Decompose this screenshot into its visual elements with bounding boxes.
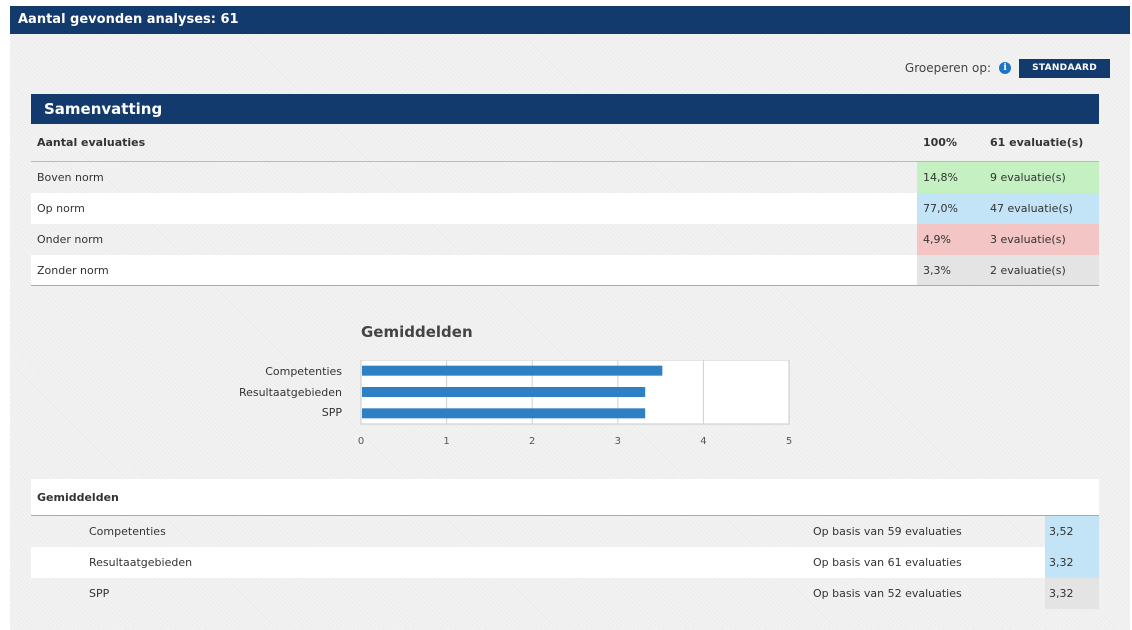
averages-row-name: Competenties <box>89 525 166 538</box>
grouping-label: Groeperen op: <box>904 61 992 75</box>
summary-row-label: Op norm <box>37 202 85 215</box>
averages-row-value: 3,32 <box>1045 578 1099 609</box>
averages-row-value: 3,52 <box>1045 516 1099 547</box>
results-count-header: Aantal gevonden analyses: 61 <box>10 6 1130 34</box>
averages-row-basis: Op basis van 61 evaluaties <box>813 556 962 569</box>
standard-grouping-button[interactable]: STANDAARD <box>1019 58 1110 78</box>
averages-row: SPP Op basis van 52 evaluaties 3,32 <box>31 578 1099 609</box>
summary-row-count: 47 evaluatie(s) <box>987 193 1099 224</box>
summary-row-percentage: 14,8% <box>917 162 987 193</box>
summary-row-percentage: 3,3% <box>917 255 987 285</box>
summary-head-row: Aantal evaluaties 100% 61 evaluatie(s) <box>31 124 1099 162</box>
chart-category-label: SPP <box>321 406 342 420</box>
averages-title: Gemiddelden <box>31 479 1099 516</box>
evaluations-count-label: Aantal evaluaties <box>37 136 146 149</box>
summary-row-count: 9 evaluatie(s) <box>987 162 1099 193</box>
summary-row-count: 2 evaluatie(s) <box>987 255 1099 285</box>
x-tick-label: 1 <box>443 436 449 447</box>
summary-panel: Samenvatting Aantal evaluaties 100% 61 e… <box>31 94 1099 286</box>
info-icon[interactable]: i <box>999 62 1012 74</box>
x-tick-label: 4 <box>700 436 706 447</box>
bar-resultaatgebieden <box>362 387 646 397</box>
x-tick-label: 5 <box>786 436 792 447</box>
x-tick-label: 3 <box>615 436 621 447</box>
summary-row-percentage: 4,9% <box>917 224 987 255</box>
averages-row-name: Resultaatgebieden <box>89 556 193 569</box>
summary-row-label: Onder norm <box>37 233 104 246</box>
averages-row-value: 3,32 <box>1045 547 1099 578</box>
x-tick-label: 2 <box>529 436 535 447</box>
averages-bar-chart: 0 1 2 3 4 5 <box>358 360 792 447</box>
grouping-controls: Groeperen op: i STANDAARD <box>905 58 1110 78</box>
summary-row-count: 3 evaluatie(s) <box>987 224 1099 255</box>
averages-row-name: SPP <box>89 587 110 600</box>
summary-row-percentage: 77,0% <box>917 193 987 224</box>
averages-row-basis: Op basis van 59 evaluaties <box>813 525 962 538</box>
bar-spp <box>362 408 646 419</box>
averages-row: Resultaatgebieden Op basis van 61 evalua… <box>31 547 1099 578</box>
total-percentage: 100% <box>923 136 957 149</box>
bar-competenties <box>362 365 663 376</box>
summary-row-no-norm: Zonder norm 3,3% 2 evaluatie(s) <box>31 255 1099 286</box>
summary-row-label: Zonder norm <box>37 263 109 277</box>
summary-row-label: Boven norm <box>37 171 104 184</box>
averages-row-basis: Op basis van 52 evaluaties <box>813 587 962 600</box>
chart-title: Gemiddelden <box>361 323 473 341</box>
chart-category-label: Resultaatgebieden <box>238 385 342 399</box>
chart-category-label: Competenties <box>265 365 342 378</box>
summary-row-on-norm: Op norm 77,0% 47 evaluatie(s) <box>31 193 1099 224</box>
summary-row-above-norm: Boven norm 14,8% 9 evaluatie(s) <box>31 162 1099 193</box>
total-evaluations: 61 evaluatie(s) <box>990 136 1084 149</box>
summary-row-below-norm: Onder norm 4,9% 3 evaluatie(s) <box>31 224 1099 255</box>
x-tick-label: 0 <box>358 436 364 447</box>
summary-title: Samenvatting <box>31 94 1099 124</box>
chart-category-labels: Competenties Resultaatgebieden SPP <box>200 362 342 424</box>
averages-row: Competenties Op basis van 59 evaluaties … <box>31 516 1099 547</box>
averages-table: Gemiddelden Competenties Op basis van 59… <box>31 479 1099 609</box>
